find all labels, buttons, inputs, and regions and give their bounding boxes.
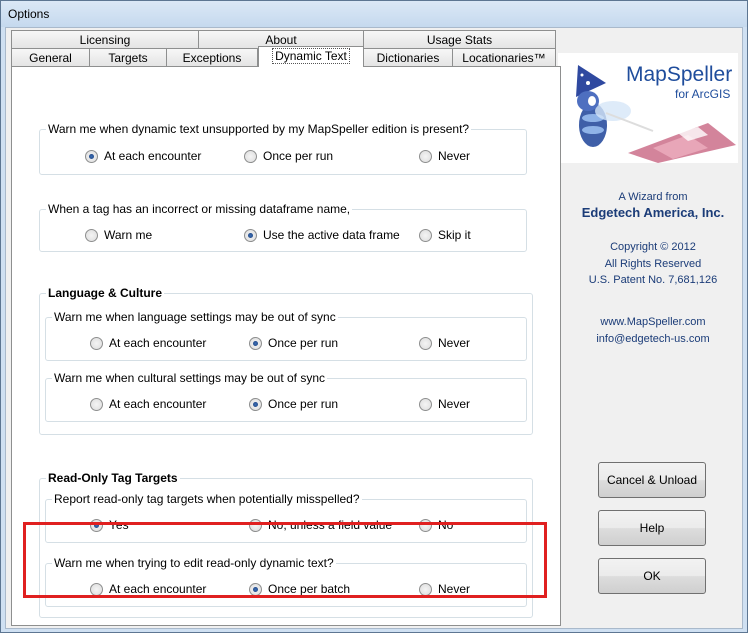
radio-label: Yes <box>109 518 129 532</box>
unsupported-radio-never[interactable]: Never <box>419 149 470 163</box>
tab-label: Dictionaries <box>376 51 440 65</box>
copyright-text: Copyright © 2012 <box>610 241 696 253</box>
radio-unchecked-icon <box>244 149 257 163</box>
mapspeller-logo: MapSpeller for ArcGIS <box>558 53 738 163</box>
radio-unchecked-icon <box>419 582 432 596</box>
radio-label: Never <box>438 336 471 350</box>
cultural-subgroup-title: Warn me when cultural settings may be ou… <box>52 371 328 385</box>
radio-checked-icon <box>90 518 103 532</box>
unsupported-radio-each[interactable]: At each encounter <box>85 149 201 163</box>
report-radio-no[interactable]: No <box>419 518 453 532</box>
tab-targets[interactable]: Targets <box>89 48 167 67</box>
radio-unchecked-icon <box>419 228 432 242</box>
radio-unchecked-icon <box>90 397 103 411</box>
tab-label: Locationaries™ <box>462 51 546 65</box>
website-link[interactable]: www.MapSpeller.com <box>553 316 748 328</box>
window-title: Options <box>8 7 50 21</box>
tab-general[interactable]: General <box>11 48 90 67</box>
dynamic-text-tab-page: Warn me when dynamic text unsupported by… <box>11 66 561 626</box>
radio-label: Never <box>438 397 471 411</box>
tab-dictionaries[interactable]: Dictionaries <box>363 48 453 67</box>
cultural-radio-never[interactable]: Never <box>419 397 470 411</box>
logo-name: MapSpeller <box>626 63 733 86</box>
radio-checked-icon <box>249 582 262 596</box>
radio-label: No, unless a field value <box>268 518 393 532</box>
tab-label: Exceptions <box>182 51 242 65</box>
cultural-radio-each[interactable]: At each encounter <box>90 397 206 411</box>
wizard-text: A Wizard from <box>618 191 688 203</box>
language-radio-each[interactable]: At each encounter <box>90 336 206 350</box>
tab-label: About <box>265 33 297 47</box>
language-culture-title: Language & Culture <box>46 286 165 300</box>
radio-label: Never <box>438 582 471 596</box>
radio-unchecked-icon <box>419 336 432 350</box>
dataframe-radio-active[interactable]: Use the active data frame <box>244 228 400 242</box>
options-window: Options Licensing About Usage Stats Gene… <box>0 0 748 633</box>
radio-unchecked-icon <box>249 518 262 532</box>
radio-unchecked-icon <box>90 582 103 596</box>
radio-unchecked-icon <box>419 397 432 411</box>
report-radio-unless-field[interactable]: No, unless a field value <box>249 518 392 532</box>
edit-radio-once-batch[interactable]: Once per batch <box>249 582 350 596</box>
dataframe-title: When a tag has an incorrect or missing d… <box>46 202 353 216</box>
window-titlebar[interactable]: Options <box>1 1 747 27</box>
tab-dynamic-text[interactable]: Dynamic Text <box>258 46 364 67</box>
radio-label: At each encounter <box>104 149 202 163</box>
button-label: OK <box>643 569 661 583</box>
radio-label: Once per batch <box>268 582 351 596</box>
tab-licensing[interactable]: Licensing <box>11 30 199 49</box>
dataframe-radio-skip[interactable]: Skip it <box>419 228 471 242</box>
radio-label: At each encounter <box>109 582 207 596</box>
radio-label: At each encounter <box>109 336 207 350</box>
tab-usage-stats[interactable]: Usage Stats <box>363 30 556 49</box>
unsupported-title: Warn me when dynamic text unsupported by… <box>46 122 472 136</box>
radio-label: Once per run <box>268 336 339 350</box>
unsupported-radio-once[interactable]: Once per run <box>244 149 333 163</box>
radio-label: Use the active data frame <box>263 228 400 242</box>
patent-text: U.S. Patent No. 7,681,126 <box>588 274 718 286</box>
email-link[interactable]: info@edgetech-us.com <box>553 333 748 345</box>
tab-label: Targets <box>108 51 148 65</box>
radio-unchecked-icon <box>85 228 98 242</box>
report-subgroup-title: Report read-only tag targets when potent… <box>52 492 362 506</box>
radio-checked-icon <box>85 149 98 163</box>
radio-label: No <box>438 518 454 532</box>
radio-checked-icon <box>244 228 257 242</box>
ok-button[interactable]: OK <box>598 558 706 594</box>
radio-label: Never <box>438 149 471 163</box>
language-radio-never[interactable]: Never <box>419 336 470 350</box>
edit-subgroup-title: Warn me when trying to edit read-only dy… <box>52 556 336 570</box>
radio-label: Once per run <box>268 397 339 411</box>
tab-label: Licensing <box>79 33 131 47</box>
edit-radio-never[interactable]: Never <box>419 582 470 596</box>
report-radio-yes[interactable]: Yes <box>90 518 129 532</box>
radio-unchecked-icon <box>419 149 432 163</box>
radio-label: Once per run <box>263 149 334 163</box>
button-label: Help <box>639 521 665 535</box>
radio-checked-icon <box>249 336 262 350</box>
language-radio-once[interactable]: Once per run <box>249 336 338 350</box>
tab-label: Usage Stats <box>426 33 493 47</box>
radio-label: Skip it <box>438 228 471 242</box>
logo-subtitle: for ArcGIS <box>675 87 731 101</box>
tab-locationaries[interactable]: Locationaries™ <box>452 48 556 67</box>
radio-label: Warn me <box>104 228 153 242</box>
radio-unchecked-icon <box>419 518 432 532</box>
help-button[interactable]: Help <box>598 510 706 546</box>
radio-checked-icon <box>249 397 262 411</box>
edit-radio-each[interactable]: At each encounter <box>90 582 206 596</box>
tab-label: Dynamic Text <box>272 48 350 64</box>
dataframe-radio-warn[interactable]: Warn me <box>85 228 152 242</box>
tab-exceptions[interactable]: Exceptions <box>166 48 258 67</box>
language-subgroup-title: Warn me when language settings may be ou… <box>52 310 338 324</box>
cancel-unload-button[interactable]: Cancel & Unload <box>598 462 706 498</box>
rights-text: All Rights Reserved <box>604 258 702 270</box>
read-only-title: Read-Only Tag Targets <box>46 471 180 485</box>
radio-label: At each encounter <box>109 397 207 411</box>
radio-unchecked-icon <box>90 336 103 350</box>
cultural-radio-once[interactable]: Once per run <box>249 397 338 411</box>
company-name: Edgetech America, Inc. <box>581 205 725 220</box>
tab-label: General <box>29 51 72 65</box>
button-label: Cancel & Unload <box>606 473 698 487</box>
